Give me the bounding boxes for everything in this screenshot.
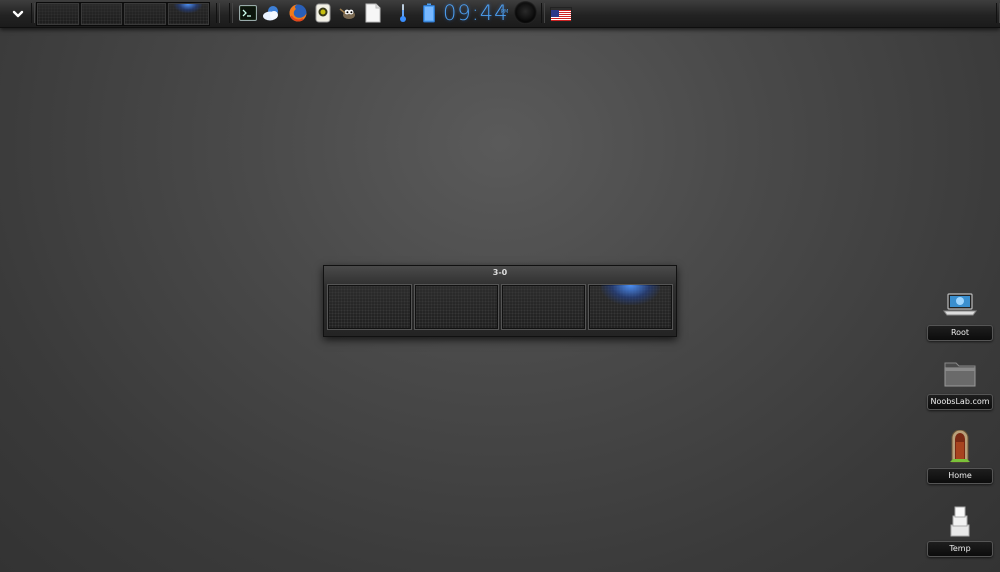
shelf-separator [541, 3, 545, 23]
shelf-separator [996, 3, 1000, 23]
workspace-4[interactable] [588, 284, 673, 330]
workspace-switcher-window: 3-0 [323, 265, 677, 337]
music-player-icon [315, 3, 331, 23]
firefox-icon [289, 4, 307, 22]
volume-knob[interactable] [514, 1, 537, 24]
desktop-icon-label: Home [927, 468, 993, 484]
folder-icon [942, 356, 978, 390]
desktop-icon-label: Temp [927, 541, 993, 557]
desktop-icon-root[interactable]: Root [924, 288, 994, 348]
shelf-pager [36, 2, 210, 26]
thermometer-icon [400, 4, 406, 22]
terminal-launcher[interactable] [238, 3, 258, 23]
gimp-icon [339, 8, 355, 19]
battery-indicator[interactable] [419, 3, 439, 23]
firefox-launcher[interactable] [288, 3, 308, 23]
gimp-launcher[interactable] [338, 3, 358, 23]
top-shelf: 09:44 PM [0, 0, 1000, 28]
menu-chevron-button[interactable] [8, 5, 28, 22]
clock-period: PM [501, 9, 509, 15]
battery-icon [423, 3, 435, 23]
us-flag-icon [551, 10, 571, 21]
text-document-icon [365, 3, 381, 23]
pager-desktop-3[interactable] [124, 3, 166, 25]
terminal-icon [239, 5, 257, 21]
clock-time[interactable]: 09:44 [443, 1, 509, 25]
workspace-3[interactable] [501, 284, 586, 330]
temperature-indicator[interactable] [393, 3, 413, 23]
pager-desktop-1[interactable] [37, 3, 79, 25]
door-icon [942, 430, 978, 464]
text-editor-launcher[interactable] [363, 3, 383, 23]
shelf-separator [229, 3, 233, 23]
box-stack-icon [942, 503, 978, 537]
desktop-icon-temp[interactable]: Temp [924, 503, 994, 563]
laptop-icon [942, 288, 978, 322]
desktop-icon-home[interactable]: Home [924, 430, 994, 490]
pager-desktop-4[interactable] [167, 3, 209, 25]
workspace-2[interactable] [414, 284, 499, 330]
workspace-switcher-title: 3-0 [492, 268, 508, 277]
desktop-icon-label: NoobsLab.com [927, 394, 993, 410]
shelf-separator [216, 3, 220, 23]
desktop-icon-noobslab[interactable]: NoobsLab.com [924, 356, 994, 416]
shelf-separator [31, 3, 35, 23]
pager-desktop-2[interactable] [80, 3, 122, 25]
music-player-launcher[interactable] [313, 3, 333, 23]
chevron-down-icon [12, 10, 24, 17]
desktop-icon-label: Root [927, 325, 993, 341]
weather-launcher[interactable] [262, 3, 282, 23]
cloud-weather-icon [263, 6, 278, 21]
workspace-1[interactable] [327, 284, 412, 330]
keyboard-layout-indicator[interactable] [550, 7, 572, 22]
